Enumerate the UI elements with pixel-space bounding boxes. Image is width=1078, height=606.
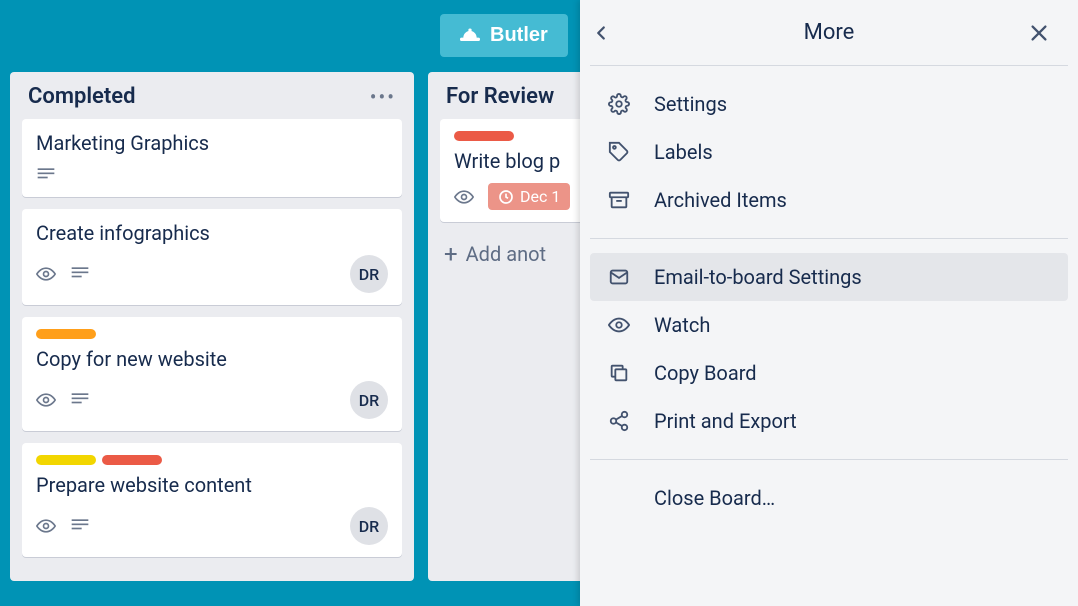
menu-settings[interactable]: Settings bbox=[590, 80, 1068, 128]
menu-group: Close Board… bbox=[590, 460, 1068, 536]
menu-group: Email-to-board Settings Watch Copy Board… bbox=[590, 239, 1068, 460]
list-for-review: For Review Write blog p Dec 1 + bbox=[428, 72, 588, 581]
due-date-badge[interactable]: Dec 1 bbox=[488, 183, 570, 210]
list-completed: Completed ••• Marketing Graphics Create … bbox=[10, 72, 414, 581]
card-badges bbox=[36, 390, 90, 410]
panel-title: More bbox=[804, 20, 855, 45]
member-avatar[interactable]: DR bbox=[350, 381, 388, 419]
eye-icon bbox=[608, 314, 630, 336]
card-title: Marketing Graphics bbox=[36, 131, 388, 155]
menu-email-to-board[interactable]: Email-to-board Settings bbox=[590, 253, 1068, 301]
menu-labels[interactable]: Labels bbox=[590, 128, 1068, 176]
menu-label: Archived Items bbox=[654, 188, 787, 212]
card[interactable]: Create infographics DR bbox=[22, 209, 402, 305]
menu-label: Labels bbox=[654, 140, 713, 164]
card-badges: Dec 1 bbox=[454, 183, 570, 210]
list-header: For Review bbox=[440, 84, 576, 119]
card-labels bbox=[36, 329, 388, 339]
share-icon bbox=[608, 410, 630, 432]
list-title[interactable]: Completed bbox=[28, 84, 136, 109]
more-menu-panel: More Settings Labels Archived Items bbox=[580, 0, 1078, 606]
plus-icon: + bbox=[444, 240, 458, 268]
description-icon bbox=[36, 165, 56, 185]
member-avatar[interactable]: DR bbox=[350, 255, 388, 293]
menu-label: Print and Export bbox=[654, 409, 797, 433]
card-badges bbox=[36, 264, 90, 284]
card-labels bbox=[454, 131, 588, 141]
menu-label: Watch bbox=[654, 313, 710, 337]
mail-icon bbox=[608, 266, 630, 288]
watch-icon bbox=[36, 264, 56, 284]
label-orange[interactable] bbox=[36, 329, 96, 339]
panel-header: More bbox=[590, 0, 1068, 66]
butler-label: Butler bbox=[490, 24, 548, 47]
menu-label: Close Board… bbox=[654, 486, 775, 510]
card-title: Prepare website content bbox=[36, 473, 388, 497]
label-red[interactable] bbox=[454, 131, 514, 141]
card-title: Copy for new website bbox=[36, 347, 388, 371]
watch-icon bbox=[36, 516, 56, 536]
description-icon bbox=[70, 516, 90, 536]
list-title[interactable]: For Review bbox=[446, 84, 554, 109]
menu-close-board[interactable]: Close Board… bbox=[590, 474, 1068, 522]
butler-icon bbox=[460, 28, 480, 44]
watch-icon bbox=[36, 390, 56, 410]
close-button[interactable] bbox=[1028, 22, 1068, 44]
menu-label: Email-to-board Settings bbox=[654, 265, 862, 289]
due-date-text: Dec 1 bbox=[520, 187, 560, 206]
card[interactable]: Prepare website content DR bbox=[22, 443, 402, 557]
card[interactable]: Write blog p Dec 1 bbox=[440, 119, 588, 222]
watch-icon bbox=[454, 187, 474, 207]
menu-archived[interactable]: Archived Items bbox=[590, 176, 1068, 224]
card[interactable]: Copy for new website DR bbox=[22, 317, 402, 431]
menu-label: Settings bbox=[654, 92, 727, 116]
copy-icon bbox=[608, 362, 630, 384]
card-badges bbox=[36, 516, 90, 536]
description-icon bbox=[70, 390, 90, 410]
add-card-button[interactable]: + Add anot bbox=[440, 234, 576, 274]
back-button[interactable] bbox=[590, 22, 630, 44]
card-title: Create infographics bbox=[36, 221, 388, 245]
list-header: Completed ••• bbox=[22, 84, 402, 119]
menu-group: Settings Labels Archived Items bbox=[590, 66, 1068, 239]
card-title: Write blog p bbox=[454, 149, 588, 173]
description-icon bbox=[70, 264, 90, 284]
label-yellow[interactable] bbox=[36, 455, 96, 465]
member-avatar[interactable]: DR bbox=[350, 507, 388, 545]
card-labels bbox=[36, 455, 388, 465]
label-red[interactable] bbox=[102, 455, 162, 465]
tag-icon bbox=[608, 141, 630, 163]
menu-watch[interactable]: Watch bbox=[590, 301, 1068, 349]
add-card-label: Add anot bbox=[466, 242, 546, 266]
butler-button[interactable]: Butler bbox=[440, 14, 568, 57]
card-badges bbox=[36, 165, 56, 185]
list-menu-button[interactable]: ••• bbox=[370, 85, 396, 109]
card[interactable]: Marketing Graphics bbox=[22, 119, 402, 197]
menu-label: Copy Board bbox=[654, 361, 757, 385]
menu-print-export[interactable]: Print and Export bbox=[590, 397, 1068, 445]
gear-icon bbox=[608, 93, 630, 115]
menu-copy-board[interactable]: Copy Board bbox=[590, 349, 1068, 397]
archive-icon bbox=[608, 189, 630, 211]
